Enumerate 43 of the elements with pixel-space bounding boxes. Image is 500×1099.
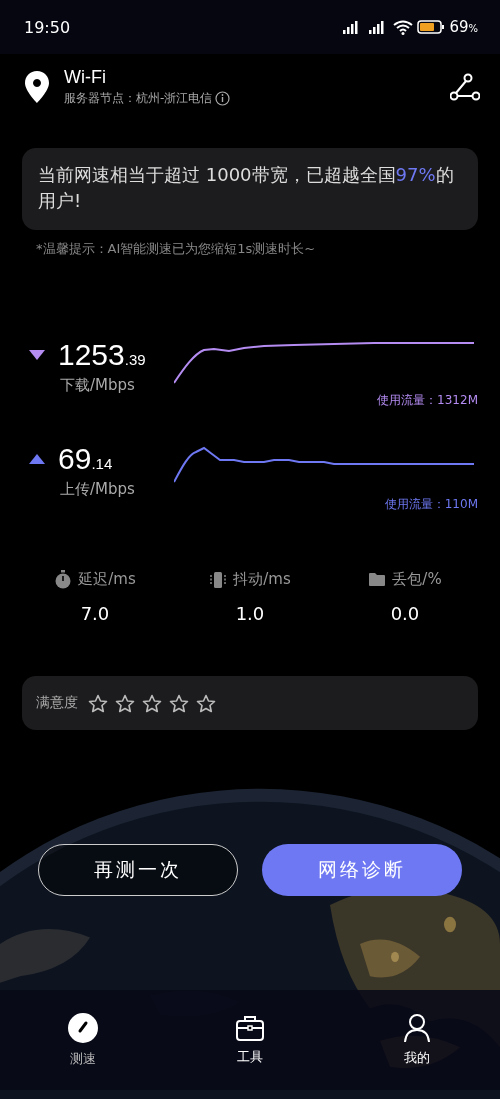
person-icon: [401, 1013, 432, 1043]
triangle-icon: [28, 453, 46, 465]
retest-button[interactable]: 再测一次: [38, 844, 238, 896]
network-title: Wi-Fi: [64, 67, 107, 88]
star-icon[interactable]: [196, 693, 216, 713]
data-usage: 使用流量：1312M: [377, 392, 478, 409]
stat-value: 1.0: [235, 603, 265, 624]
status-time: 19:50: [24, 17, 71, 37]
summary-text: 当前网速相当于超过 1000带宽，已超越全国97%的用户!: [38, 163, 455, 213]
briefcase-icon: [235, 1014, 265, 1042]
data-usage: 使用流量：110M: [384, 496, 478, 513]
folder-icon: [368, 572, 387, 587]
star-icon[interactable]: [88, 693, 108, 713]
stat-value: 7.0: [80, 603, 110, 624]
speed-unit: 下载/Mbps: [60, 376, 136, 395]
star-rating[interactable]: [88, 693, 216, 713]
vibration-icon: [209, 570, 228, 589]
tip-text: *温馨提示：AI智能测速已为您缩短1s测速时长~: [36, 240, 317, 258]
info-icon[interactable]: [215, 91, 231, 106]
stat-label: 丢包/%: [392, 570, 442, 589]
battery-icon: [417, 20, 446, 34]
stat-value: 0.0: [390, 603, 420, 624]
stat-label: 抖动/ms: [233, 570, 291, 589]
star-icon[interactable]: [169, 693, 189, 713]
nav-tab[interactable]: 测速: [43, 1012, 124, 1068]
star-icon[interactable]: [115, 693, 135, 713]
battery-percentage: 69%: [449, 18, 478, 36]
satisfaction-label: 满意度: [36, 694, 78, 712]
speed-value: 1253.39: [58, 338, 146, 372]
nav-tab[interactable]: 我的: [376, 1013, 457, 1067]
stopwatch-icon: [54, 570, 73, 589]
server-node-label: 服务器节点：杭州-浙江电信: [64, 90, 213, 107]
triangle-icon: [28, 349, 46, 361]
speed-unit: 上传/Mbps: [60, 480, 136, 499]
speedometer-icon: [67, 1012, 100, 1044]
wifi-icon: [393, 19, 414, 35]
star-icon[interactable]: [142, 693, 162, 713]
route-icon[interactable]: [450, 73, 480, 101]
speed-value: 69.14: [58, 442, 113, 476]
nav-tab[interactable]: 工具: [210, 1014, 290, 1066]
location-pin-icon: [24, 70, 50, 104]
diagnose-button[interactable]: 网络诊断: [262, 844, 462, 896]
stat-label: 延迟/ms: [78, 570, 136, 589]
